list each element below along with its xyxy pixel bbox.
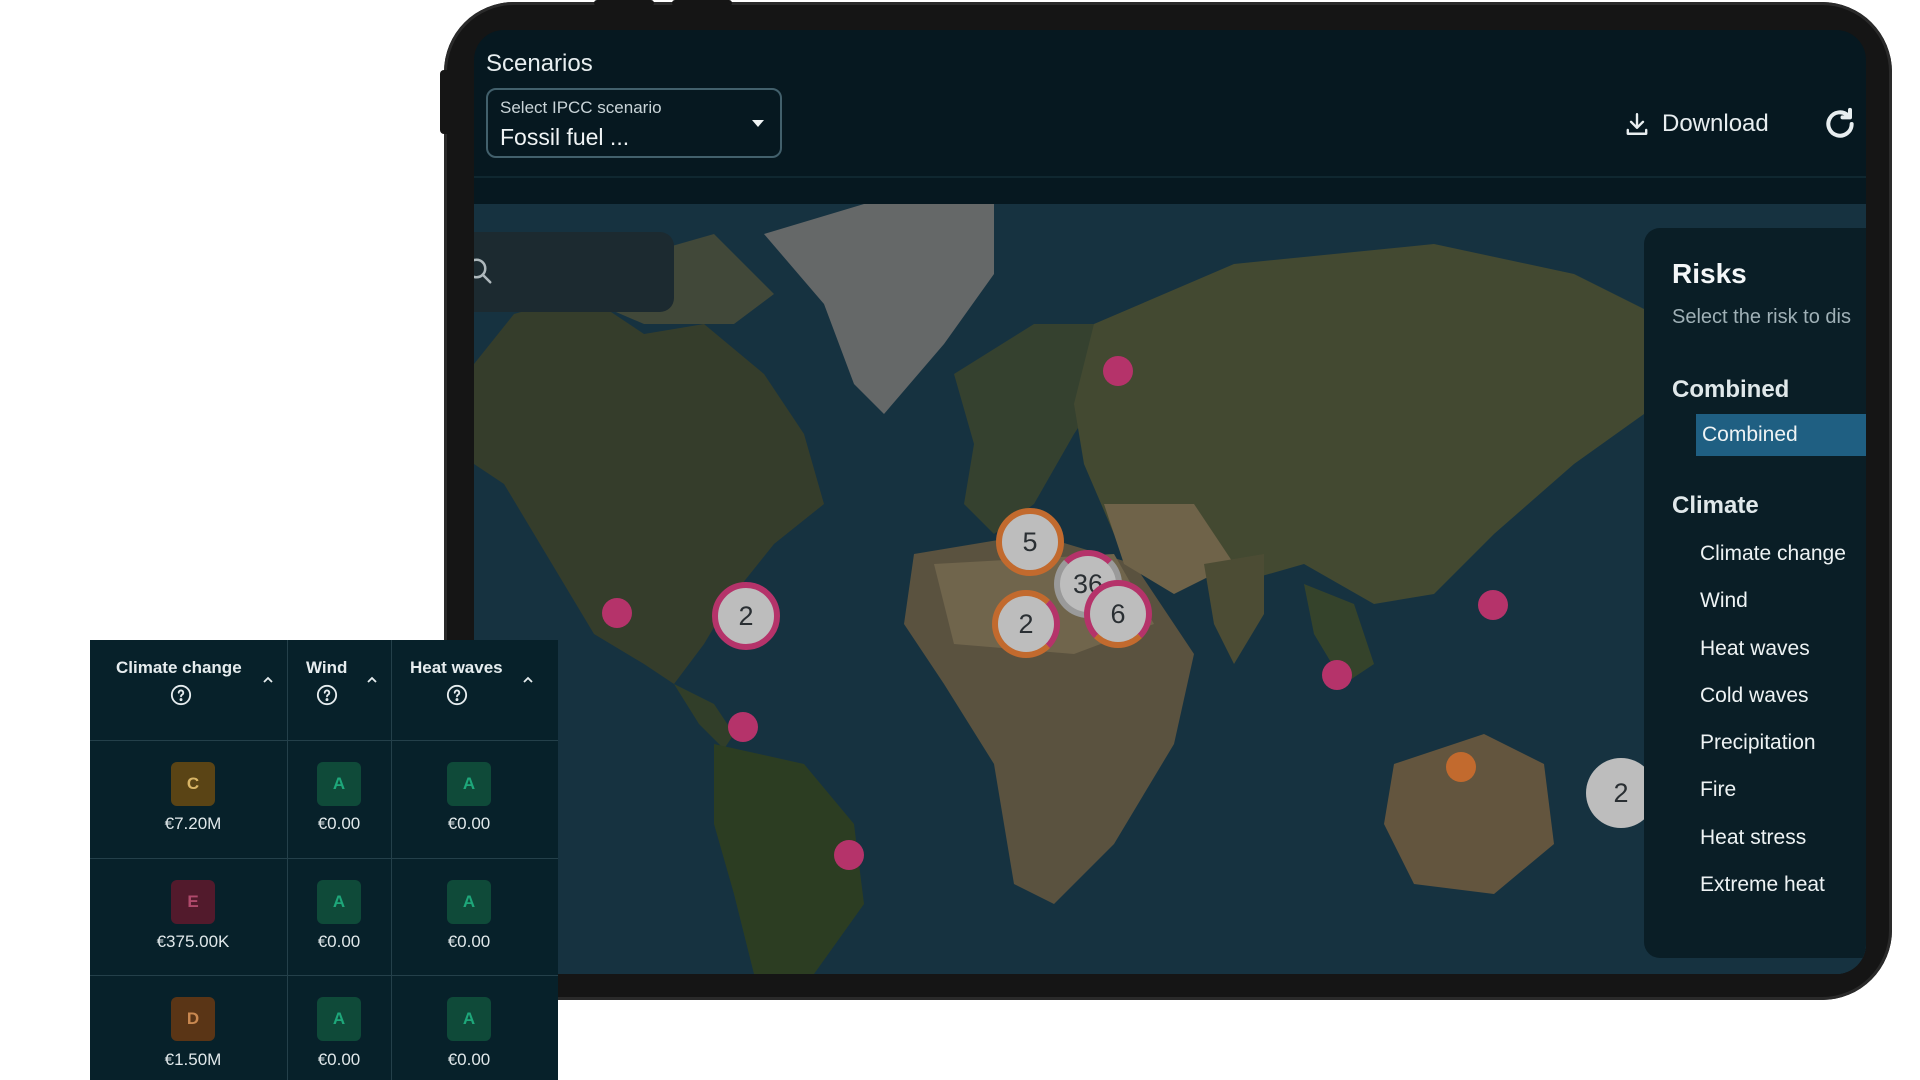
help-icon[interactable] <box>446 684 468 706</box>
sort-chevron-up-icon[interactable] <box>522 676 534 684</box>
risk-grade-badge: A <box>447 880 491 924</box>
scenario-select-value: Fossil fuel ... <box>500 124 630 150</box>
scenario-select-label: Select IPCC scenario <box>500 98 662 117</box>
ipcc-scenario-select[interactable]: Select IPCC scenario Fossil fuel ... <box>486 88 782 158</box>
app-screen: Scenarios Select IPCC scenario Fossil fu… <box>474 30 1866 974</box>
map-asset-marker[interactable] <box>1446 752 1476 782</box>
column-header-heat-waves: Heat waves <box>410 658 503 677</box>
risk-grade-badge: A <box>317 762 361 806</box>
risk-grade-badge: D <box>171 997 215 1041</box>
risk-amount: €0.00 <box>447 1050 491 1069</box>
map-cluster-italy[interactable]: 6 <box>1084 580 1152 648</box>
download-icon <box>1626 113 1648 135</box>
column-header-climate-change: Climate change <box>116 658 242 677</box>
tablet-side-button <box>440 70 450 134</box>
risk-item-precipitation[interactable]: Precipitation <box>1700 731 1816 755</box>
cluster-count: 2 <box>1613 777 1629 808</box>
risk-amount: €1.50M <box>164 1050 222 1069</box>
risk-item-cold-waves[interactable]: Cold waves <box>1700 684 1809 708</box>
risk-item-heat-waves[interactable]: Heat waves <box>1700 637 1810 661</box>
sort-chevron-up-icon[interactable] <box>366 676 378 684</box>
risk-amount: €0.00 <box>317 814 361 833</box>
risk-grade-badge: A <box>317 880 361 924</box>
row-divider <box>90 740 558 741</box>
sort-chevron-up-icon[interactable] <box>262 676 274 684</box>
risk-grade-badge: A <box>317 997 361 1041</box>
risk-grade-badge: E <box>171 880 215 924</box>
map-asset-marker[interactable] <box>728 712 758 742</box>
risk-grade-badge: A <box>447 762 491 806</box>
column-divider <box>391 640 392 1080</box>
search-icon <box>474 258 492 284</box>
map-cluster-uk[interactable]: 5 <box>996 508 1064 576</box>
cluster-count: 5 <box>1022 526 1038 557</box>
risk-amount: €375.00K <box>156 932 230 951</box>
risk-amount: €0.00 <box>447 814 491 833</box>
map-cluster-iberia[interactable]: 2 <box>992 590 1060 658</box>
header-divider <box>474 176 1866 178</box>
risk-cost-table: Climate change Wind Heat waves C €7.20M … <box>90 640 558 1080</box>
risk-item-fire[interactable]: Fire <box>1700 778 1736 802</box>
risk-item-combined[interactable]: Combined <box>1696 414 1866 456</box>
row-divider <box>90 858 558 859</box>
page-title: Scenarios <box>486 50 593 77</box>
risk-amount: €0.00 <box>317 932 361 951</box>
map-search-box[interactable] <box>474 232 674 312</box>
risk-item-extreme-heat[interactable]: Extreme heat <box>1700 873 1825 897</box>
tablet-top-button-1 <box>594 0 654 6</box>
risk-item-wind[interactable]: Wind <box>1700 589 1748 613</box>
risk-item-climate-change[interactable]: Climate change <box>1700 542 1846 566</box>
risk-grade-badge: C <box>171 762 215 806</box>
help-icon[interactable] <box>316 684 338 706</box>
risks-panel: Risks Select the risk to dis Combined Co… <box>1644 228 1866 958</box>
download-button[interactable]: Download <box>1624 104 1769 144</box>
risks-subtitle: Select the risk to dis <box>1672 306 1851 328</box>
column-divider <box>287 640 288 1080</box>
download-label: Download <box>1662 110 1769 137</box>
risk-amount: €0.00 <box>447 932 491 951</box>
map-asset-marker[interactable] <box>602 598 632 628</box>
dropdown-caret-icon <box>752 120 764 127</box>
cluster-count: 2 <box>1018 608 1034 639</box>
risk-item-heat-stress[interactable]: Heat stress <box>1700 826 1806 850</box>
cluster-count: 2 <box>738 600 754 631</box>
refresh-icon[interactable] <box>1820 104 1860 144</box>
risk-group-combined: Combined <box>1672 376 1790 403</box>
map-asset-marker[interactable] <box>1478 590 1508 620</box>
column-header-wind: Wind <box>306 658 348 677</box>
risks-title: Risks <box>1672 258 1747 289</box>
map-asset-marker[interactable] <box>1103 356 1133 386</box>
risk-amount: €7.20M <box>164 814 222 833</box>
risk-amount: €0.00 <box>317 1050 361 1069</box>
risk-grade-badge: A <box>447 997 491 1041</box>
map-cluster-north-america[interactable]: 2 <box>712 582 780 650</box>
map-asset-marker[interactable] <box>1322 660 1352 690</box>
row-divider <box>90 975 558 976</box>
tablet-top-button-2 <box>672 0 732 6</box>
map-asset-marker[interactable] <box>834 840 864 870</box>
help-icon[interactable] <box>170 684 192 706</box>
risk-group-climate: Climate <box>1672 492 1759 519</box>
cluster-count: 6 <box>1110 598 1126 629</box>
